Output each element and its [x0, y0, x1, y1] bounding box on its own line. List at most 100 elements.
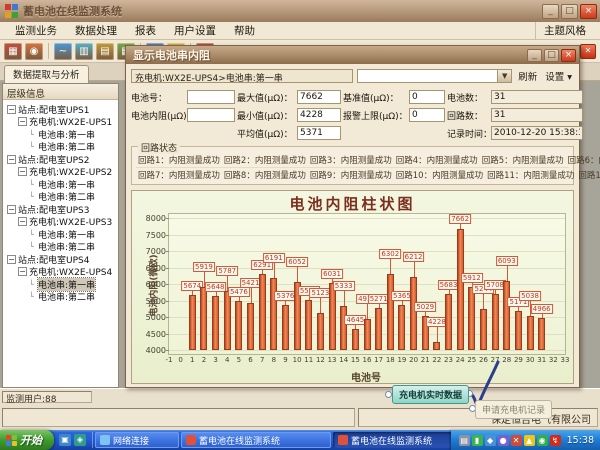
tree-item[interactable]: └电池串:第二串 — [5, 291, 118, 304]
max-value-field[interactable] — [297, 90, 341, 104]
dialog-close-button[interactable]: × — [561, 49, 576, 62]
battery-resistance-input[interactable] — [187, 108, 235, 122]
y-axis-tickmark — [166, 235, 169, 236]
tree-item[interactable]: −站点:配电室UPS2 — [5, 153, 118, 166]
bar-label-connector — [251, 288, 252, 303]
menu-item-4[interactable]: 帮助 — [225, 22, 264, 39]
loop-status: 回路3：内阻测量成功 — [308, 153, 394, 167]
bar-label-connector — [437, 327, 438, 342]
taskbar-button-1[interactable]: 蓄电池在线监测系统 — [181, 432, 331, 448]
collapse-icon[interactable]: − — [7, 255, 16, 264]
tree-item[interactable]: └电池串:第一串 — [5, 228, 118, 241]
loop-count-label: 回路数： — [447, 109, 489, 122]
tab-close-icon[interactable]: ✕ — [580, 44, 596, 59]
bar — [212, 296, 219, 350]
x-axis-tick: 24 — [456, 356, 465, 364]
quicklaunch-app-icon[interactable]: ◈ — [74, 434, 86, 446]
tree-item[interactable]: −站点:配电室UPS1 — [5, 103, 118, 116]
refresh-button[interactable]: 刷新 — [516, 69, 539, 83]
minimize-button[interactable]: _ — [542, 4, 559, 19]
tree-item[interactable]: └电池串:第一串 — [5, 278, 118, 291]
tree-item[interactable]: −充电机:WX2E-UPS4 — [5, 266, 118, 279]
histogram-icon[interactable]: ▥ — [75, 43, 93, 60]
tree-item[interactable]: └电池串:第一串 — [5, 128, 118, 141]
alarm-icon[interactable]: ◉ — [25, 43, 43, 60]
bar-label-connector — [542, 314, 543, 318]
taskbar-button-0[interactable]: 网络连接 — [95, 432, 179, 448]
menu-item-3[interactable]: 用户设置 — [165, 22, 225, 39]
bar-value-label: 4966 — [531, 304, 553, 314]
chevron-down-icon[interactable]: ▼ — [497, 70, 511, 82]
toolbar-separator — [48, 43, 49, 59]
bar — [329, 283, 336, 350]
x-axis-tick: 8 — [272, 356, 276, 364]
update-tray-icon[interactable]: ● — [498, 435, 509, 446]
settings-button[interactable]: 设置 ▾ — [543, 69, 574, 83]
collapse-icon[interactable]: − — [7, 155, 16, 164]
bar-value-label: 5919 — [193, 262, 215, 272]
bar-value-label: 6212 — [403, 252, 425, 262]
gridline — [169, 251, 565, 252]
battery-resistance-dialog: 显示电池串内阻 _ □ × 充电机:WX2E-UPS4>电池串:第一串 ▼ 刷新… — [125, 45, 580, 388]
bar-label-connector — [460, 224, 461, 229]
record-select-combobox[interactable]: ▼ — [357, 69, 512, 83]
tree-branch-icon: └ — [29, 230, 37, 239]
dialog-maximize-button[interactable]: □ — [544, 49, 559, 62]
power-tray-icon[interactable]: ↯ — [550, 435, 561, 446]
station-monitor-icon[interactable]: ▦ — [4, 43, 22, 60]
tree-item-label: 电池串:第一串 — [38, 278, 95, 291]
min-value-field[interactable] — [297, 108, 341, 122]
status-bar-lower: 保定恒吉电气有限公司 — [0, 404, 600, 430]
tree-item[interactable]: └电池串:第一串 — [5, 178, 118, 191]
y-axis-tick: 5000 — [146, 313, 166, 322]
tree-item-label: 站点:配电室UPS2 — [18, 153, 90, 166]
tree-item[interactable]: └电池串:第二串 — [5, 141, 118, 154]
bar-value-label: 5333 — [333, 281, 355, 291]
app-titlebar: 蓄电池在线监测系统 _ □ × — [0, 0, 600, 22]
bar-label-connector — [285, 301, 286, 305]
base-value-input[interactable] — [409, 90, 445, 104]
collapse-icon[interactable]: − — [18, 217, 27, 226]
battery-no-input[interactable] — [187, 90, 235, 104]
tree-item[interactable]: └电池串:第二串 — [5, 191, 118, 204]
security-alert-tray-icon[interactable]: ▲ — [524, 435, 535, 446]
network-tray-icon[interactable]: ◆ — [485, 435, 496, 446]
tree-item-label: 电池串:第二串 — [38, 190, 95, 203]
bar-label-connector — [355, 325, 356, 329]
gridline — [169, 218, 565, 219]
taskbar-button-2[interactable]: 蓄电池在线监测系统 — [333, 432, 451, 448]
tree-item-label: 充电机:WX2E-UPS3 — [29, 215, 112, 228]
menu-item-2[interactable]: 报表 — [126, 22, 165, 39]
quicklaunch-desktop-icon[interactable]: ▣ — [59, 434, 71, 446]
maximize-button[interactable]: □ — [561, 4, 578, 19]
start-button[interactable]: 开始 — [0, 430, 54, 450]
tree-item[interactable]: └电池串:第二串 — [5, 241, 118, 254]
tree-item[interactable]: −站点:配电室UPS3 — [5, 203, 118, 216]
tree-item[interactable]: −充电机:WX2E-UPS2 — [5, 166, 118, 179]
menu-item-0[interactable]: 监测业务 — [6, 22, 66, 39]
alarm-limit-input[interactable] — [409, 108, 445, 122]
printer-tray-icon[interactable]: ▤ — [459, 435, 470, 446]
collapse-icon[interactable]: − — [18, 267, 27, 276]
collapse-icon[interactable]: − — [18, 167, 27, 176]
collapse-icon[interactable]: − — [7, 205, 16, 214]
battery-tray-icon[interactable]: ▮ — [472, 435, 483, 446]
report-icon[interactable]: ▤ — [96, 43, 114, 60]
collapse-icon[interactable]: − — [7, 105, 16, 114]
shield-tray-icon[interactable]: ◉ — [537, 435, 548, 446]
collapse-icon[interactable]: − — [18, 117, 27, 126]
tree-item[interactable]: −充电机:WX2E-UPS1 — [5, 116, 118, 129]
tree-item-label: 充电机:WX2E-UPS1 — [29, 115, 112, 128]
dialog-minimize-button[interactable]: _ — [527, 49, 542, 62]
avg-value-field[interactable] — [297, 126, 341, 140]
tree-item[interactable]: −充电机:WX2E-UPS3 — [5, 216, 118, 229]
waveform-icon[interactable]: ~ — [54, 43, 72, 60]
close-button[interactable]: × — [580, 4, 597, 19]
menu-item-1[interactable]: 数据处理 — [66, 22, 126, 39]
tab-data-analysis[interactable]: 数据提取与分析 — [4, 65, 89, 83]
taskbar-button-label: 蓄电池在线监测系统 — [199, 434, 280, 447]
disconnect-tray-icon[interactable]: ✕ — [511, 435, 522, 446]
record-time-label: 记录时间： — [447, 127, 489, 140]
menu-theme-style[interactable]: 主题风格 — [535, 22, 594, 39]
tree-item[interactable]: −站点:配电室UPS4 — [5, 253, 118, 266]
